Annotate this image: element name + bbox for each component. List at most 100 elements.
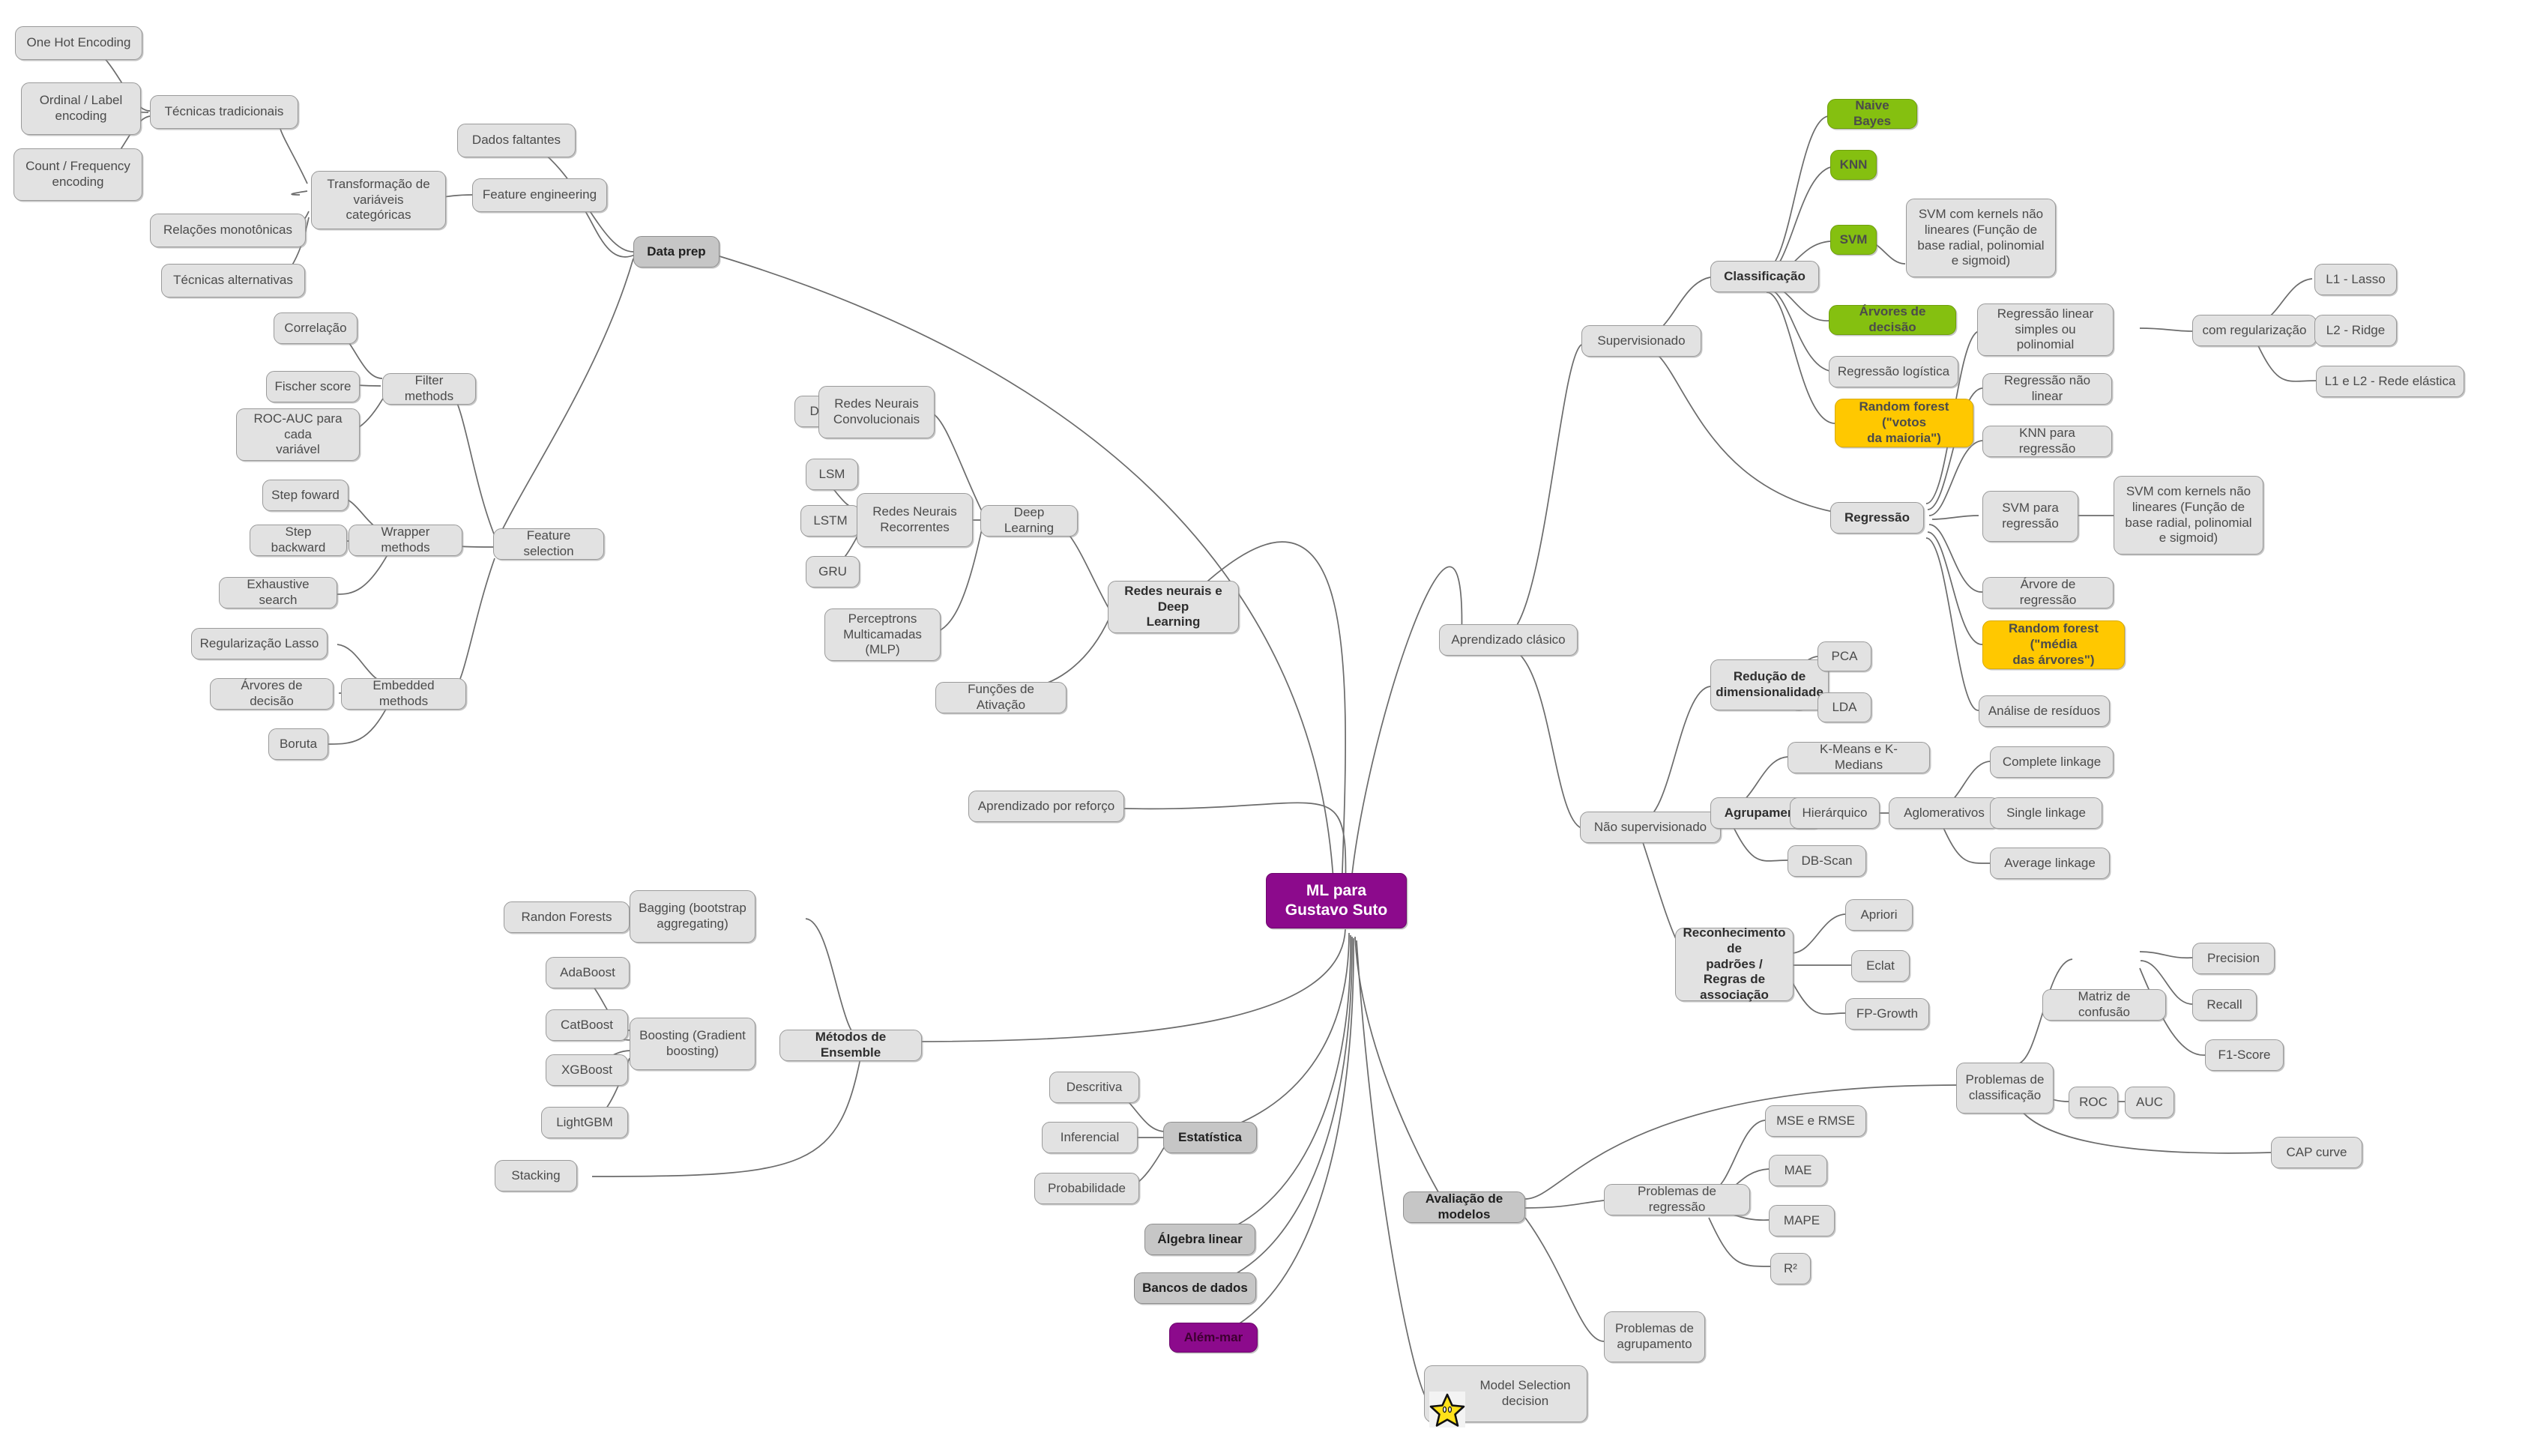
node-roc-auc-por-variavel[interactable]: ROC-AUC para cada variável [236,408,360,461]
node-f1-score[interactable]: F1-Score [2205,1039,2284,1071]
node-feature-engineering[interactable]: Feature engineering [472,178,607,212]
node-bancos-de-dados[interactable]: Bancos de dados [1134,1272,1256,1304]
node-transformacao-variaveis-categoricas[interactable]: Transformação de variáveis categóricas [311,171,446,229]
node-deep-learning[interactable]: Deep Learning [980,505,1078,537]
node-problemas-de-agrupamento[interactable]: Problemas de agrupamento [1604,1311,1705,1362]
node-ordinal-label-encoding[interactable]: Ordinal / Label encoding [21,82,141,135]
node-inferencial[interactable]: Inferencial [1042,1122,1138,1153]
node-lda[interactable]: LDA [1817,692,1871,722]
node-l1-e-l2-rede-elastica[interactable]: L1 e L2 - Rede elástica [2316,366,2464,397]
node-recall[interactable]: Recall [2192,989,2257,1021]
node-filter-methods[interactable]: Filter methods [382,373,476,405]
node-xgboost[interactable]: XGBoost [546,1054,628,1086]
node-cap-curve[interactable]: CAP curve [2271,1137,2362,1168]
node-arvore-de-regressao[interactable]: Árvore de regressão [1982,577,2114,608]
node-mae[interactable]: MAE [1769,1155,1827,1186]
node-precision[interactable]: Precision [2192,943,2275,974]
node-fischer-score[interactable]: Fischer score [266,371,360,402]
node-knn-para-regressao[interactable]: KNN para regressão [1982,426,2112,457]
node-l1-lasso[interactable]: L1 - Lasso [2314,264,2397,295]
node-knn[interactable]: KNN [1830,150,1877,180]
node-aprendizado-classico[interactable]: Aprendizado clásico [1439,624,1578,656]
node-tecnicas-alternativas[interactable]: Técnicas alternativas [161,264,305,297]
node-perceptrons-multicamadas[interactable]: Perceptrons Multicamadas (MLP) [824,608,941,661]
node-stacking[interactable]: Stacking [495,1160,577,1191]
node-matriz-de-confusao[interactable]: Matriz de confusão [2042,989,2166,1021]
node-aglomerativos[interactable]: Aglomerativos [1889,797,2000,829]
node-eclat[interactable]: Eclat [1851,950,1910,982]
node-algebra-linear[interactable]: Álgebra linear [1144,1224,1255,1255]
node-aprendizado-por-reforco[interactable]: Aprendizado por reforço [968,791,1124,822]
node-fp-growth[interactable]: FP-Growth [1845,998,1929,1030]
node-relacoes-monotonicas[interactable]: Relações monotônicas [150,214,306,247]
node-svm-com-kernels-nao-lineares-classificacao[interactable]: SVM com kernels não lineares (Função de … [1906,199,2056,277]
node-l2-ridge[interactable]: L2 - Ridge [2314,315,2397,346]
node-single-linkage[interactable]: Single linkage [1990,797,2102,829]
node-regressao-nao-linear[interactable]: Regressão não linear [1982,373,2112,405]
node-problemas-de-classificacao[interactable]: Problemas de classificação [1956,1063,2054,1114]
node-estatistica[interactable]: Estatística [1163,1122,1257,1153]
node-reconhecimento-de-padroes[interactable]: Reconhecimento de padrões / Regras de as… [1675,925,1794,1002]
node-com-regularizacao[interactable]: com regularização [2192,315,2317,346]
node-svm-para-regressao[interactable]: SVM para regressão [1982,491,2078,542]
node-arvores-de-decisao-classificacao[interactable]: Árvores de decisão [1829,304,1956,335]
node-roc[interactable]: ROC [2069,1087,2118,1118]
node-regressao-logistica[interactable]: Regressão logística [1829,356,1958,387]
node-k-means-e-k-medians[interactable]: K-Means e K-Medians [1788,742,1930,773]
node-boosting[interactable]: Boosting (Gradient boosting) [630,1018,755,1070]
node-reducao-de-dimensionalidade[interactable]: Redução de dimensionalidade [1710,659,1829,710]
node-regressao[interactable]: Regressão [1830,502,1924,534]
node-arvores-de-decisao-fs[interactable]: Árvores de decisão [210,678,334,710]
node-r2[interactable]: R² [1770,1253,1811,1284]
node-redes-neurais-convolucionais[interactable]: Redes Neurais Convolucionais [818,386,935,438]
node-avaliacao-de-modelos[interactable]: Avaliação de modelos [1403,1191,1525,1223]
node-descritiva[interactable]: Descritiva [1049,1072,1139,1103]
node-feature-selection[interactable]: Feature selection [493,528,604,560]
node-regularizacao-lasso[interactable]: Regularização Lasso [191,628,328,659]
node-svm[interactable]: SVM [1830,225,1877,255]
node-adaboost[interactable]: AdaBoost [546,957,630,988]
node-tecnicas-tradicionais[interactable]: Técnicas tradicionais [150,95,298,129]
node-average-linkage[interactable]: Average linkage [1990,848,2110,879]
node-step-foward[interactable]: Step foward [262,480,349,511]
node-nao-supervisionado[interactable]: Não supervisionado [1580,812,1721,843]
node-one-hot-encoding[interactable]: One Hot Encoding [15,26,142,60]
node-pca[interactable]: PCA [1817,641,1871,671]
node-boruta[interactable]: Boruta [268,728,328,760]
node-mse-e-rmse[interactable]: MSE e RMSE [1765,1105,1866,1137]
node-alem-mar[interactable]: Além-mar [1169,1323,1258,1353]
node-funcoes-de-ativacao[interactable]: Funções de Ativação [935,682,1067,713]
node-bagging[interactable]: Bagging (bootstrap aggregating) [630,890,755,943]
node-randon-forests[interactable]: Randon Forests [504,901,630,933]
node-lightgbm[interactable]: LightGBM [541,1107,628,1138]
node-svm-com-kernels-nao-lineares-regressao[interactable]: SVM com kernels não lineares (Função de … [2114,476,2263,555]
node-auc[interactable]: AUC [2125,1087,2174,1118]
node-wrapper-methods[interactable]: Wrapper methods [349,525,462,556]
node-apriori[interactable]: Apriori [1845,899,1913,931]
node-complete-linkage[interactable]: Complete linkage [1990,746,2114,778]
node-naive-bayes[interactable]: Naive Bayes [1827,98,1917,129]
node-count-frequency-encoding[interactable]: Count / Frequency encoding [13,148,142,201]
node-redes-neurais-e-deep-learning[interactable]: Redes neurais e Deep Learning [1108,581,1239,633]
node-hierarquico[interactable]: Hierárquico [1790,797,1880,829]
node-lstm[interactable]: LSTM [800,505,860,537]
node-root-ml-para-gustavo-suto[interactable]: ML para Gustavo Suto [1266,873,1407,928]
node-probabilidade[interactable]: Probabilidade [1034,1173,1139,1204]
node-model-selection-decision[interactable]: Model Selection decision [1424,1365,1587,1428]
node-regressao-linear-simples-ou-polinomial[interactable]: Regressão linear simples ou polinomial [1977,303,2114,356]
node-dados-faltantes[interactable]: Dados faltantes [457,124,576,157]
node-step-backward[interactable]: Step backward [250,525,347,556]
node-classificacao[interactable]: Classificação [1710,261,1819,292]
node-redes-neurais-recorrentes[interactable]: Redes Neurais Recorrentes [857,493,973,547]
node-db-scan[interactable]: DB-Scan [1788,845,1866,877]
node-data-prep[interactable]: Data prep [633,236,720,268]
node-random-forest-votos-da-maioria[interactable]: Random forest ("votos da maioria") [1835,399,1973,447]
node-metodos-de-ensemble[interactable]: Métodos de Ensemble [779,1030,922,1061]
node-exhaustive-search[interactable]: Exhaustive search [219,577,337,608]
node-gru[interactable]: GRU [806,556,860,587]
node-embedded-methods[interactable]: Embedded methods [341,678,466,710]
node-catboost[interactable]: CatBoost [546,1009,628,1041]
node-supervisionado[interactable]: Supervisionado [1581,325,1701,357]
node-problemas-de-regressao[interactable]: Problemas de regressão [1604,1184,1750,1215]
node-analise-de-residuos[interactable]: Análise de resíduos [1979,695,2110,727]
